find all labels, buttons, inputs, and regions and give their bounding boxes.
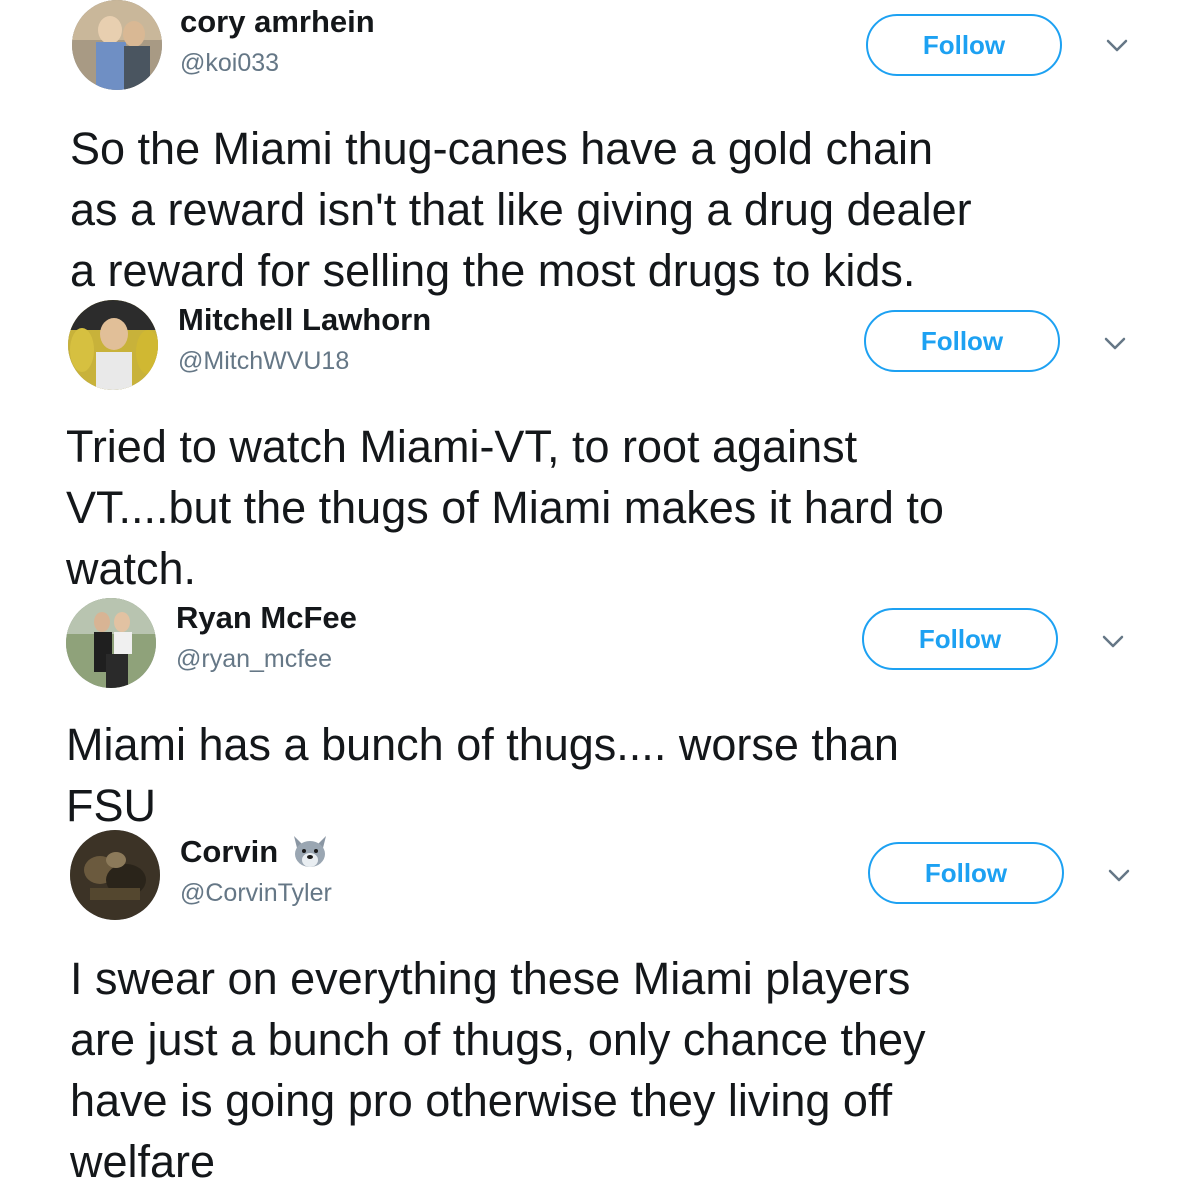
tweet-text-line: have is going pro otherwise they living … bbox=[70, 1075, 893, 1126]
user-name[interactable]: Ryan McFee bbox=[176, 600, 357, 636]
tweet-text-line: FSU bbox=[66, 780, 156, 831]
tweet-text-line: as a reward isn't that like giving a dru… bbox=[70, 184, 972, 235]
wolf-face-emoji bbox=[290, 834, 330, 870]
user-name[interactable]: Corvin bbox=[180, 834, 278, 870]
avatar[interactable] bbox=[72, 0, 162, 90]
tweet-text-line: are just a bunch of thugs, only chance t… bbox=[70, 1014, 926, 1065]
avatar[interactable] bbox=[68, 300, 158, 390]
user-handle[interactable]: @koi033 bbox=[180, 48, 279, 78]
tweet-text-line: Tried to watch Miami-VT, to root against bbox=[66, 421, 858, 472]
tweet-text: Tried to watch Miami-VT, to root against… bbox=[66, 416, 944, 599]
tweet-text: So the Miami thug-canes have a gold chai… bbox=[70, 118, 972, 301]
tweet-text: I swear on everything these Miami player… bbox=[70, 948, 926, 1192]
user-handle[interactable]: @CorvinTyler bbox=[180, 878, 332, 908]
user-name[interactable]: Mitchell Lawhorn bbox=[178, 302, 431, 338]
follow-button[interactable]: Follow bbox=[868, 842, 1064, 904]
tweet-text-line: VT....but the thugs of Miami makes it ha… bbox=[66, 482, 944, 533]
tweet-text: Miami has a bunch of thugs.... worse tha… bbox=[66, 714, 899, 836]
chevron-down-icon[interactable] bbox=[1102, 334, 1128, 354]
tweet-text-line: Miami has a bunch of thugs.... worse tha… bbox=[66, 719, 899, 770]
follow-button[interactable]: Follow bbox=[866, 14, 1062, 76]
chevron-down-icon[interactable] bbox=[1100, 632, 1126, 652]
tweet-text-line: watch. bbox=[66, 543, 197, 594]
user-handle[interactable]: @ryan_mcfee bbox=[176, 644, 332, 674]
avatar[interactable] bbox=[66, 598, 156, 688]
tweet-text-line: I swear on everything these Miami player… bbox=[70, 953, 911, 1004]
tweet-text-line: So the Miami thug-canes have a gold chai… bbox=[70, 123, 934, 174]
tweet-text-line: welfare bbox=[70, 1136, 216, 1187]
user-name[interactable]: cory amrhein bbox=[180, 4, 375, 40]
tweet-text-line: a reward for selling the most drugs to k… bbox=[70, 245, 916, 296]
follow-button[interactable]: Follow bbox=[862, 608, 1058, 670]
chevron-down-icon[interactable] bbox=[1106, 866, 1132, 886]
chevron-down-icon[interactable] bbox=[1104, 36, 1130, 56]
follow-button[interactable]: Follow bbox=[864, 310, 1060, 372]
user-handle[interactable]: @MitchWVU18 bbox=[178, 346, 349, 376]
avatar[interactable] bbox=[70, 830, 160, 920]
